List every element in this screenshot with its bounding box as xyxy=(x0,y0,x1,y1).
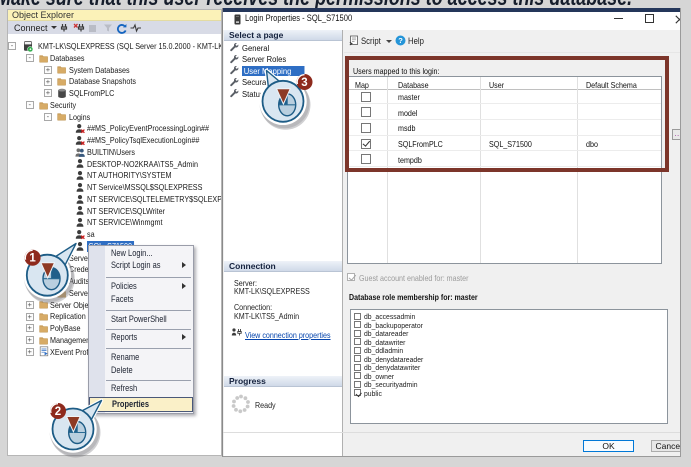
svg-text:?: ? xyxy=(398,36,403,45)
